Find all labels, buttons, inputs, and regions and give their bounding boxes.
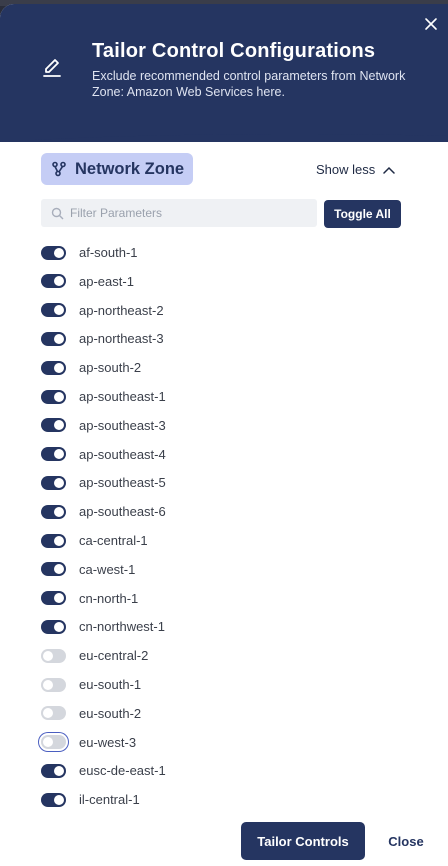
parameter-label: ca-west-1 <box>79 561 136 577</box>
toggle-knob <box>54 765 64 776</box>
toggle-knob <box>54 506 64 517</box>
parameter-row: il-central-1 <box>41 785 140 814</box>
parameter-toggle[interactable] <box>41 475 66 490</box>
parameter-label: cn-north-1 <box>79 590 139 606</box>
parameter-toggle[interactable] <box>41 619 66 634</box>
parameter-label: ca-central-1 <box>79 533 148 548</box>
toggle-knob <box>43 650 53 661</box>
parameter-toggle[interactable] <box>41 792 66 807</box>
modal-title: Tailor Control Configurations <box>92 40 376 62</box>
parameter-toggle[interactable] <box>41 763 66 778</box>
header-curve <box>0 104 448 142</box>
parameter-toggle[interactable] <box>41 706 66 721</box>
parameter-row: ap-northeast-2 <box>41 296 164 325</box>
tailor-controls-button[interactable]: Tailor Controls <box>241 822 365 860</box>
network-nodes-icon <box>52 161 66 177</box>
parameter-label: ap-northeast-2 <box>79 302 164 318</box>
toggle-knob <box>54 276 64 287</box>
parameter-row: ca-central-1 <box>41 526 148 555</box>
parameter-row: eusc-de-east-1 <box>41 756 166 785</box>
toggle-knob <box>54 391 64 402</box>
parameter-label: eu-west-3 <box>79 734 137 750</box>
toggle-knob <box>54 305 64 316</box>
toggle-knob <box>54 477 64 488</box>
toggle-knob <box>43 737 53 748</box>
toggle-knob <box>43 679 53 690</box>
show-less-button[interactable]: Show less <box>316 162 395 177</box>
modal-subtitle: Exclude recommended control parameters f… <box>92 69 406 99</box>
close-button[interactable]: Close <box>384 822 428 860</box>
parameter-row: ap-east-1 <box>41 267 134 296</box>
parameter-label: eusc-de-east-1 <box>79 763 166 779</box>
close-icon[interactable] <box>420 14 442 36</box>
network-zone-chip: Network Zone <box>41 153 193 185</box>
parameter-label: eu-central-2 <box>79 648 149 664</box>
toggle-knob <box>54 333 64 344</box>
parameter-row: ap-southeast-5 <box>41 468 166 497</box>
parameter-row: cn-northwest-1 <box>41 612 165 641</box>
toggle-knob <box>54 535 64 546</box>
pencil-icon <box>40 56 64 80</box>
chevron-up-icon <box>383 166 395 174</box>
parameter-label: af-south-1 <box>79 245 138 260</box>
toggle-knob <box>54 794 64 805</box>
parameter-row: ap-northeast-3 <box>41 324 164 353</box>
toggle-knob <box>54 621 64 632</box>
parameter-label: cn-northwest-1 <box>79 619 165 635</box>
parameter-toggle[interactable] <box>41 504 66 519</box>
parameter-toggle[interactable] <box>41 274 66 289</box>
parameter-row: eu-west-3 <box>41 728 136 757</box>
parameter-label: il-central-1 <box>79 792 140 808</box>
toggle-knob <box>43 708 53 719</box>
show-less-label: Show less <box>316 162 376 177</box>
parameter-row: ap-southeast-3 <box>41 411 166 440</box>
parameter-label: ap-northeast-3 <box>79 331 164 347</box>
toggle-all-button[interactable]: Toggle All <box>324 200 401 228</box>
parameter-row: cn-north-1 <box>41 584 138 613</box>
parameter-label: eu-south-1 <box>79 677 142 692</box>
toggle-knob <box>54 247 64 258</box>
parameter-row: ap-south-2 <box>41 353 141 382</box>
parameter-label: eu-south-2 <box>79 705 142 721</box>
parameter-toggle[interactable] <box>41 591 66 606</box>
parameter-row: eu-south-1 <box>41 670 141 699</box>
parameter-label: ap-southeast-6 <box>79 504 166 520</box>
filter-input[interactable] <box>70 206 310 220</box>
toggle-knob <box>54 593 64 604</box>
parameter-row: ap-southeast-6 <box>41 497 166 526</box>
parameter-toggle[interactable] <box>41 735 66 750</box>
toggle-knob <box>54 420 64 431</box>
parameter-row: ca-west-1 <box>41 555 135 584</box>
parameter-row: eu-central-2 <box>41 641 148 670</box>
parameter-toggle[interactable] <box>41 677 66 692</box>
parameter-toggle[interactable] <box>41 533 66 548</box>
parameter-toggle[interactable] <box>41 331 66 346</box>
parameter-label: ap-east-1 <box>79 273 134 289</box>
parameter-label: ap-southeast-1 <box>79 389 166 404</box>
toggle-knob <box>54 564 64 575</box>
parameter-label: ap-southeast-5 <box>79 475 166 491</box>
search-icon <box>51 207 64 219</box>
parameter-label: ap-south-2 <box>79 360 142 376</box>
parameter-row: ap-southeast-4 <box>41 440 166 469</box>
parameter-toggle[interactable] <box>41 418 66 433</box>
parameter-toggle[interactable] <box>41 360 66 375</box>
parameter-row: ap-southeast-1 <box>41 382 166 411</box>
parameter-label: ap-southeast-3 <box>79 417 166 433</box>
parameter-toggle[interactable] <box>41 447 66 462</box>
toggle-knob <box>54 449 64 460</box>
parameter-toggle[interactable] <box>41 245 66 260</box>
filter-field[interactable] <box>41 199 317 227</box>
toggle-knob <box>54 362 64 373</box>
parameter-row: eu-south-2 <box>41 699 141 728</box>
parameter-toggle[interactable] <box>41 303 66 318</box>
parameter-row: af-south-1 <box>41 238 138 267</box>
parameter-toggle[interactable] <box>41 562 66 577</box>
parameter-toggle[interactable] <box>41 648 66 663</box>
chip-label: Network Zone <box>75 159 185 178</box>
parameter-label: ap-southeast-4 <box>79 446 166 462</box>
parameter-toggle[interactable] <box>41 389 66 404</box>
